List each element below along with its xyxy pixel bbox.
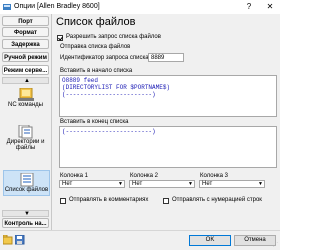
sidebar-scroll-up-button[interactable]: ▲ [2, 77, 49, 84]
tab-format[interactable]: Формат [2, 27, 49, 37]
code-line: (------------------------) [62, 91, 156, 98]
chevron-down-icon: ▼ [258, 181, 263, 187]
folders-icon [18, 125, 32, 139]
code-line: (------------------------) [62, 128, 156, 135]
column-3-value: Нет [202, 181, 213, 187]
resize-grip-icon[interactable]: ⋰ [273, 242, 279, 248]
tab-port[interactable]: Порт [2, 16, 49, 26]
column-2-select[interactable]: Нет ▼ [129, 180, 195, 188]
save-settings-icon[interactable] [15, 235, 25, 245]
insert-start-label: Вставить в начало списка [60, 68, 133, 74]
insert-end-label: Вставить в конец списка [60, 119, 129, 125]
tab-server-mode[interactable]: Режим серве... [2, 65, 49, 75]
tab-control[interactable]: Контроль на... [2, 218, 49, 228]
tab-delay[interactable]: Задержка [2, 39, 49, 49]
sidebar-item-nc-commands[interactable]: NC команды [3, 88, 48, 108]
help-button[interactable]: ? [240, 0, 258, 14]
chevron-down-icon: ▼ [188, 181, 193, 187]
close-button[interactable]: ✕ [261, 0, 279, 14]
enable-file-list-checkbox[interactable] [57, 35, 63, 41]
button-bar: OK Отмена [0, 230, 280, 250]
send-comments-label: Отправлять в комментариях [69, 197, 149, 203]
sidebar-item-label: NC команды [8, 102, 43, 108]
column-3-label: Колонка 3 [200, 173, 229, 179]
sidebar-scroll-down-button[interactable]: ▼ [2, 210, 49, 217]
title-bar: Опции [Allen Bradley 8600] ? ✕ [0, 0, 280, 14]
nc-commands-icon [17, 88, 34, 101]
file-list-icon [20, 173, 33, 187]
code-line: (DIRECTORYLIST FOR $PORTNAME$) [62, 84, 171, 91]
sidebar-item-label: Директории и файлы [6, 139, 45, 151]
chevron-down-icon: ▼ [24, 211, 30, 217]
cancel-button[interactable]: Отмена [234, 235, 276, 246]
request-id-label: Идентификатор запроса списка [60, 55, 149, 61]
options-window: Опции [Allen Bradley 8600] ? ✕ Порт Форм… [0, 0, 280, 250]
send-comments-checkbox[interactable] [60, 198, 66, 204]
window-title: Опции [Allen Bradley 8600] [14, 3, 100, 10]
chevron-up-icon: ▲ [24, 78, 30, 84]
page-title: Список файлов [56, 16, 136, 28]
insert-end-textarea[interactable]: (------------------------) [59, 126, 277, 168]
column-3-select[interactable]: Нет ▼ [199, 180, 265, 188]
column-1-label: Колонка 1 [60, 173, 89, 179]
send-numbered-checkbox[interactable] [163, 198, 169, 204]
enable-file-list-label: Разрешить запрос списка файлов [66, 34, 161, 40]
request-id-field[interactable]: 8889 [148, 53, 184, 62]
column-2-value: Нет [132, 181, 143, 187]
ok-button[interactable]: OK [189, 235, 231, 246]
sidebar: Порт Формат Задержка Ручной режим Режим … [0, 14, 52, 230]
column-1-value: Нет [62, 181, 73, 187]
sidebar-item-folders[interactable]: Директории и файлы [3, 125, 48, 151]
insert-start-textarea[interactable]: O8889 feed (DIRECTORYLIST FOR $PORTNAME$)… [59, 75, 277, 117]
load-settings-icon[interactable] [3, 235, 13, 245]
app-icon [3, 4, 11, 10]
send-numbered-label: Отправлять с нумерацией строк [172, 197, 262, 203]
code-line: O8889 feed [62, 77, 99, 84]
sidebar-item-file-list[interactable]: Список файлов [3, 170, 50, 196]
tab-manual-mode[interactable]: Ручной режим [2, 52, 49, 62]
column-1-select[interactable]: Нет ▼ [59, 180, 125, 188]
sidebar-item-label: Список файлов [4, 187, 49, 193]
chevron-down-icon: ▼ [118, 181, 123, 187]
column-2-label: Колонка 2 [130, 173, 159, 179]
send-section-label: Отправка списка файлов [60, 44, 131, 50]
